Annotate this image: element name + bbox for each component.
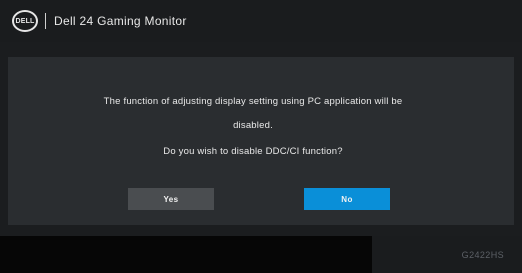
header-divider [45, 13, 46, 29]
no-button[interactable]: No [304, 188, 390, 210]
yes-button[interactable]: Yes [128, 188, 214, 210]
dell-logo-text: DELL [15, 17, 35, 25]
osd-header: DELL Dell 24 Gaming Monitor [0, 0, 522, 42]
dialog-message-line-3: Do you wish to disable DDC/CI function? [163, 146, 343, 157]
dell-logo: DELL [12, 10, 38, 32]
dialog-message-line-1: The function of adjusting display settin… [103, 96, 403, 107]
dialog-message-line-2: disabled. [233, 120, 273, 131]
model-code: G2422HS [461, 250, 504, 260]
confirmation-dialog [8, 57, 514, 225]
osd-window: DELL Dell 24 Gaming Monitor The function… [0, 0, 522, 273]
monitor-title: Dell 24 Gaming Monitor [54, 14, 187, 28]
